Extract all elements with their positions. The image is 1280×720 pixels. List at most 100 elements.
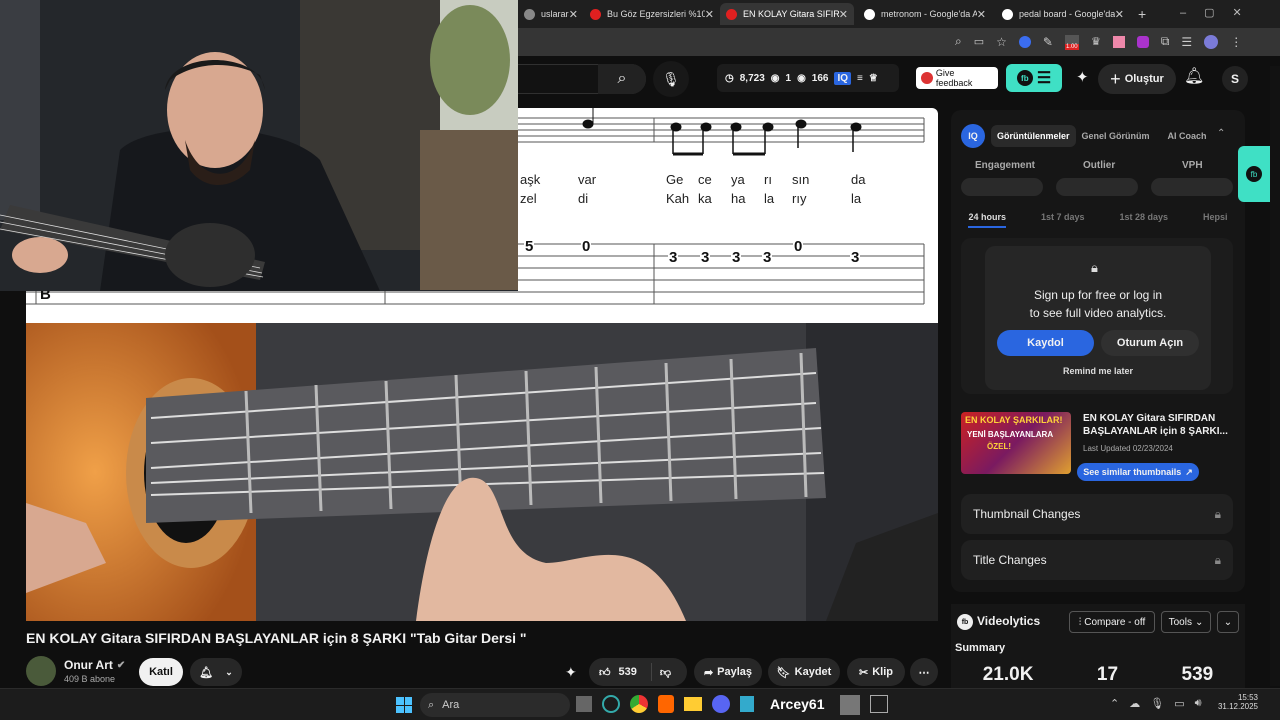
- cloud-icon[interactable]: ☁: [1129, 697, 1140, 710]
- see-similar-button[interactable]: See similar thumbnails ↗: [1077, 463, 1199, 481]
- browser-tab[interactable]: uslararası✕: [518, 3, 584, 25]
- list-icon[interactable]: ≡: [857, 73, 863, 84]
- gift-icon[interactable]: ✦: [1076, 68, 1089, 86]
- avatar[interactable]: S: [1222, 66, 1248, 92]
- tab-views[interactable]: Görüntülenmeler: [991, 125, 1076, 147]
- channel-name-row[interactable]: Onur Art ✔: [64, 658, 125, 672]
- signup-popup: 🔒︎ Sign up for free or log in to see ful…: [985, 246, 1211, 390]
- clip-button[interactable]: ✂ Klip: [847, 658, 905, 686]
- browser-tab[interactable]: EN KOLAY Gitara SIFIRDAN✕: [720, 3, 854, 25]
- task-view-icon[interactable]: [576, 696, 592, 712]
- window-controls[interactable]: –▢✕: [1180, 6, 1260, 19]
- extension-icon[interactable]: [1112, 35, 1125, 48]
- compare-toggle[interactable]: ⫶ Compare - off: [1069, 611, 1155, 633]
- extension-menu-button[interactable]: fb ☰: [1006, 64, 1062, 92]
- network-icon[interactable]: ▭: [1174, 697, 1184, 710]
- mic-icon[interactable]: 🎙︎: [653, 61, 689, 97]
- menu-icon[interactable]: ⋮: [1230, 35, 1242, 49]
- mic-icon[interactable]: 🎙︎: [1150, 697, 1164, 710]
- close-tab-icon[interactable]: ✕: [705, 8, 714, 21]
- tab-overview[interactable]: Genel Görünüm: [1076, 125, 1156, 147]
- iq-icon[interactable]: IQ: [834, 71, 852, 85]
- range-all[interactable]: Hepsi: [1203, 212, 1228, 228]
- pen-icon[interactable]: ✎: [1043, 35, 1053, 49]
- notification-button[interactable]: 🔔︎ ⌄: [190, 658, 242, 686]
- clock[interactable]: 15:53 31.12.2025: [1212, 693, 1258, 711]
- tools-dropdown[interactable]: Tools ⌄: [1161, 611, 1211, 633]
- range-7d[interactable]: 1st 7 days: [1041, 212, 1085, 228]
- app-icon[interactable]: [840, 695, 860, 715]
- puzzle-icon[interactable]: ⧉: [1161, 34, 1170, 49]
- browser-tab[interactable]: Bu Göz Egzersizleri %100 ✕: [584, 3, 720, 25]
- extension-badge-icon[interactable]: 1.00: [1064, 34, 1079, 50]
- scissors-icon: ✂: [859, 666, 869, 679]
- app-icon[interactable]: [602, 695, 620, 713]
- bell-icon[interactable]: 🔔︎: [1184, 66, 1204, 86]
- register-button[interactable]: Kaydol: [997, 330, 1094, 356]
- video-player[interactable]: [26, 323, 938, 621]
- share-icon: ➦: [703, 666, 714, 679]
- trophy-icon[interactable]: ♕: [869, 73, 878, 84]
- lyric-syllable: aşk: [520, 172, 541, 187]
- join-button[interactable]: Katıl: [139, 658, 183, 686]
- like-count[interactable]: 539: [619, 666, 637, 678]
- app-icon[interactable]: [740, 696, 754, 712]
- browser-tab[interactable]: pedal board - Google'da ✕: [996, 3, 1130, 25]
- title-changes-row[interactable]: Title Changes 🔒︎: [961, 540, 1233, 580]
- taskbar-search[interactable]: ⌕ Ara: [420, 693, 570, 717]
- close-tab-icon[interactable]: ✕: [569, 8, 578, 21]
- range-28d[interactable]: 1st 28 days: [1119, 212, 1168, 228]
- browser-tab[interactable]: metronom - Google'da A ✕: [858, 3, 992, 25]
- lyric-syllable: di: [578, 191, 589, 206]
- lyric-syllable: la: [764, 191, 775, 206]
- dislike-icon[interactable]: 👎︎: [660, 666, 671, 679]
- tab-ai-coach[interactable]: AI Coach: [1156, 125, 1219, 147]
- zoom-icon[interactable]: ⌕: [955, 34, 962, 49]
- channel-name[interactable]: Onur Art: [64, 658, 113, 672]
- login-button[interactable]: Oturum Açın: [1101, 330, 1199, 356]
- collapse-icon[interactable]: ⌃: [1217, 128, 1225, 139]
- new-tab-button[interactable]: +: [1138, 6, 1146, 22]
- more-actions-button[interactable]: ⋯: [910, 658, 938, 686]
- create-button[interactable]: + Oluştur: [1098, 64, 1176, 94]
- profile-avatar[interactable]: [1204, 34, 1219, 49]
- page-scrollbar[interactable]: [1270, 66, 1280, 686]
- like-icon[interactable]: 👍︎: [599, 666, 611, 679]
- app-icon[interactable]: [870, 695, 888, 713]
- tab-label: metronom - Google'da A: [881, 9, 977, 19]
- extension-icon[interactable]: [1018, 35, 1031, 48]
- folder-icon[interactable]: [684, 697, 702, 711]
- extension-side-tab[interactable]: fb: [1238, 146, 1270, 202]
- discord-icon[interactable]: [712, 695, 730, 713]
- close-tab-icon[interactable]: ✕: [1115, 8, 1124, 21]
- save-button[interactable]: 🔖︎ Kaydet: [768, 658, 840, 686]
- close-tab-icon[interactable]: ✕: [839, 8, 848, 21]
- cast-icon[interactable]: ▭: [974, 35, 984, 48]
- volume-icon[interactable]: 🔊︎: [1195, 697, 1202, 710]
- video-thumbnail[interactable]: EN KOLAY ŞARKILAR! YENİ BAŞLAYANLARA ÖZE…: [961, 412, 1071, 474]
- thumbnail-changes-row[interactable]: Thumbnail Changes 🔒︎: [961, 494, 1233, 534]
- extension-action-icon[interactable]: ✦: [565, 664, 577, 681]
- give-feedback-button[interactable]: Give feedback: [916, 67, 998, 89]
- remind-later-link[interactable]: Remind me later: [985, 366, 1211, 376]
- chrome-icon[interactable]: [630, 695, 648, 713]
- windows-taskbar: ⌕ Ara Arcey61 ⌃ ☁ 🎙︎ ▭ 🔊︎ 15:53 31.12.2025: [0, 688, 1280, 720]
- brave-icon[interactable]: [658, 695, 674, 713]
- lock-icon: 🔒︎: [1214, 506, 1221, 521]
- extension-icon[interactable]: ♛: [1091, 35, 1101, 48]
- lyric-syllable: sın: [792, 172, 810, 187]
- bookmark-star-icon[interactable]: ☆: [996, 35, 1007, 49]
- taskbar-user-label[interactable]: Arcey61: [770, 696, 825, 712]
- channel-avatar[interactable]: [26, 656, 56, 686]
- start-icon[interactable]: [396, 697, 412, 713]
- share-button[interactable]: ➦ Paylaş: [694, 658, 762, 686]
- chevron-up-icon[interactable]: ⌃: [1110, 697, 1119, 710]
- search-icon[interactable]: ⌕: [598, 64, 646, 94]
- close-tab-icon[interactable]: ✕: [977, 8, 986, 21]
- range-24h[interactable]: 24 hours: [968, 212, 1006, 228]
- lyric-syllable: la: [851, 191, 862, 206]
- collapse-button[interactable]: ⌄: [1217, 611, 1239, 633]
- extension-icon[interactable]: [1136, 35, 1149, 48]
- chevron-down-icon: ⌄: [225, 666, 233, 677]
- reading-list-icon[interactable]: ☰: [1181, 35, 1192, 49]
